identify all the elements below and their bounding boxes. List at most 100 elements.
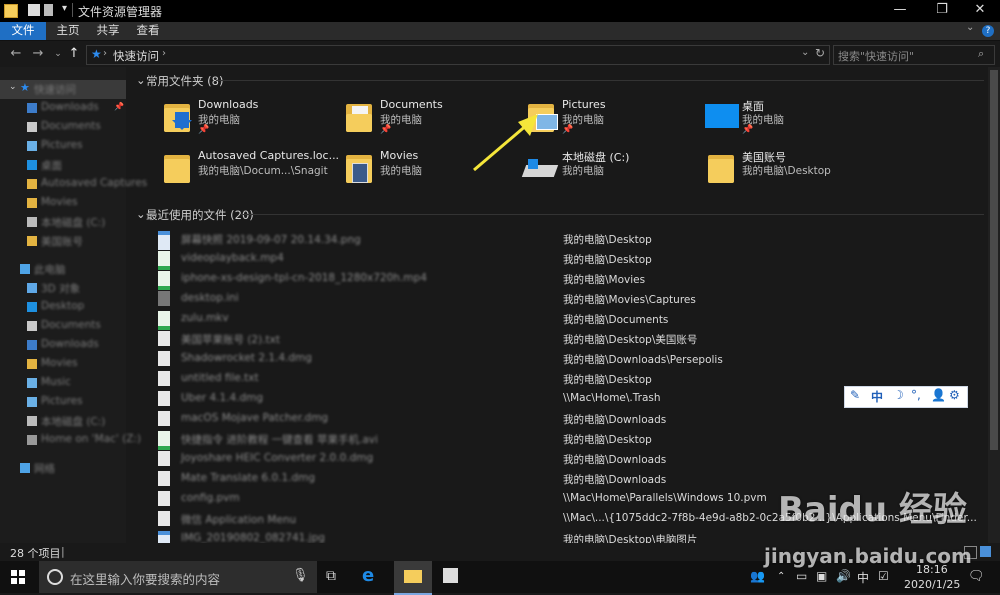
- sidebar-item-network[interactable]: 网络: [0, 459, 126, 478]
- sidebar-item-us-account[interactable]: 美国账号: [0, 232, 126, 251]
- list-item[interactable]: iphone-xs-design-tpl-cn-2018_1280x720h.m…: [155, 269, 985, 290]
- close-button[interactable]: ✕: [960, 0, 1000, 22]
- sidebar-item-autosaved[interactable]: Autosaved Captures: [0, 175, 147, 194]
- pictures-icon: [27, 397, 37, 407]
- refresh-icon[interactable]: ↻: [815, 46, 825, 60]
- sidebar-item-3d-objects[interactable]: 3D 对象: [0, 279, 126, 298]
- breadcrumb-chevron-icon[interactable]: ›: [103, 48, 107, 59]
- ime-language-toggle[interactable]: 中: [871, 388, 883, 405]
- sidebar-item-this-pc[interactable]: 此电脑: [0, 260, 126, 279]
- list-item[interactable]: zulu.mkv 我的电脑\Documents: [155, 309, 985, 330]
- folder-tile-pictures[interactable]: Pictures 我的电脑 📌: [524, 98, 704, 142]
- taskbar-search-box[interactable]: 在这里输入你要搜索的内容 🎙: [39, 561, 317, 593]
- list-item[interactable]: 美国苹果账号 (2).txt 我的电脑\Desktop\美国账号: [155, 329, 985, 349]
- tile-name: Documents: [380, 98, 443, 111]
- movies-folder-icon: [342, 149, 378, 187]
- status-divider: |: [61, 545, 65, 558]
- file-path: 我的电脑\Documents: [563, 314, 669, 326]
- scrollbar-thumb[interactable]: [990, 70, 998, 450]
- sidebar-item-label: Desktop: [41, 300, 85, 312]
- ime-settings-gear-icon[interactable]: ⚙: [949, 388, 960, 402]
- sidebar-item-quick-access[interactable]: ⌄ ★ 快速访问: [0, 80, 126, 99]
- ime-user-icon[interactable]: 👤: [931, 388, 946, 402]
- edge-browser-icon[interactable]: e: [362, 565, 374, 586]
- drive-tile-c[interactable]: 本地磁盘 (C:) 我的电脑: [521, 149, 704, 193]
- list-item[interactable]: 快捷指令 进阶教程 一键查看 苹果手机.avi 我的电脑\Desktop: [155, 429, 985, 450]
- watermark-url: jingyan.baidu.com: [764, 544, 972, 568]
- address-dropdown-icon[interactable]: ⌄: [801, 47, 809, 58]
- search-input[interactable]: 搜索"快速访问": [838, 48, 914, 64]
- microphone-icon[interactable]: 🎙: [292, 568, 309, 583]
- properties-icon[interactable]: [28, 4, 40, 16]
- recent-files-header[interactable]: 最近使用的文件 (20): [146, 207, 254, 223]
- new-folder-icon[interactable]: [44, 4, 53, 16]
- sidebar-item-drive-c[interactable]: 本地磁盘 (C:): [0, 213, 126, 232]
- expand-ribbon-icon[interactable]: ⌄: [966, 22, 974, 33]
- section-toggle-icon[interactable]: ⌄: [136, 73, 146, 87]
- watermark-text: Baidu 经验: [778, 490, 967, 530]
- folder-tile-autosaved-captures[interactable]: Autosaved Captures.loc... 我的电脑\Docum...\…: [160, 149, 340, 193]
- sidebar-item-downloads[interactable]: Downloads 📌: [0, 99, 126, 118]
- windows-start-icon[interactable]: [11, 570, 25, 584]
- file-explorer-taskbar-button[interactable]: [394, 561, 432, 595]
- sidebar-item-music[interactable]: Music: [0, 374, 126, 393]
- tab-share[interactable]: 共享: [90, 22, 126, 40]
- sidebar-item-desktop[interactable]: 桌面: [0, 156, 126, 175]
- music-icon: [27, 378, 37, 388]
- file-icon: [158, 451, 170, 466]
- minimize-button[interactable]: —: [880, 0, 920, 22]
- recent-locations-icon[interactable]: ⌄: [50, 45, 66, 63]
- file-name: Joyoshare HEIC Converter 2.0.0.dmg: [181, 452, 374, 464]
- clock-date[interactable]: 2020/1/25: [904, 578, 960, 591]
- folder-tile-us-account[interactable]: 美国账号 我的电脑\Desktop: [704, 149, 884, 193]
- taskbar-search-input[interactable]: 在这里输入你要搜索的内容: [70, 569, 220, 588]
- title-divider: [72, 3, 73, 17]
- breadcrumb[interactable]: 快速访问: [113, 48, 159, 64]
- file-path: 我的电脑\Desktop\电脑图片: [563, 534, 698, 543]
- breadcrumb-chevron-icon[interactable]: ›: [162, 48, 166, 59]
- up-arrow-icon[interactable]: ↑: [66, 45, 82, 63]
- list-item[interactable]: 屏幕快照 2019-09-07 20.14.34.png 我的电脑\Desktop: [155, 229, 985, 250]
- tab-home[interactable]: 主页: [50, 22, 86, 40]
- list-item[interactable]: Joyoshare HEIC Converter 2.0.0.dmg 我的电脑\D…: [155, 449, 985, 469]
- section-toggle-icon[interactable]: ⌄: [136, 207, 146, 221]
- task-view-icon[interactable]: ⧉: [326, 568, 336, 584]
- back-arrow-icon[interactable]: ←: [8, 45, 24, 63]
- sidebar-item-movies-pc[interactable]: Movies: [0, 355, 126, 374]
- sidebar-item-documents[interactable]: Documents: [0, 118, 126, 137]
- sidebar-item-mac-home[interactable]: Home on 'Mac' (Z:): [0, 431, 141, 450]
- ime-halfwidth-icon[interactable]: ☽: [893, 388, 904, 402]
- sidebar-item-desktop-pc[interactable]: Desktop: [0, 298, 126, 317]
- sidebar-item-pictures[interactable]: Pictures: [0, 137, 126, 156]
- folder-tile-desktop[interactable]: 桌面 我的电脑 📌: [704, 98, 884, 142]
- quick-access-dropdown-icon[interactable]: ▾: [62, 3, 67, 14]
- tab-file[interactable]: 文件: [0, 22, 46, 40]
- address-bar[interactable]: ★ › 快速访问 › ⌄ ↻: [86, 45, 830, 65]
- expand-chevron-icon[interactable]: ⌄: [9, 82, 17, 92]
- help-icon[interactable]: ?: [982, 25, 994, 37]
- ime-punctuation-icon[interactable]: °,: [911, 388, 921, 402]
- forward-arrow-icon[interactable]: →: [30, 45, 46, 63]
- file-name: desktop.ini: [181, 292, 239, 304]
- folder-tile-downloads[interactable]: Downloads 我的电脑 📌: [160, 98, 340, 142]
- sidebar-item-movies[interactable]: Movies: [0, 194, 126, 213]
- sidebar-item-pictures-pc[interactable]: Pictures: [0, 393, 126, 412]
- tile-name: Pictures: [562, 98, 606, 111]
- sidebar-item-documents-pc[interactable]: Documents: [0, 317, 126, 336]
- sidebar-item-label: Documents: [41, 319, 101, 331]
- list-item[interactable]: videoplayback.mp4 我的电脑\Desktop: [155, 249, 985, 270]
- file-path: 我的电脑\Downloads: [563, 474, 667, 486]
- folder-icon: [27, 236, 37, 246]
- list-item[interactable]: Shadowrocket 2.1.4.dmg 我的电脑\Downloads\Per…: [155, 349, 985, 369]
- frequent-folders-header[interactable]: 常用文件夹 (8): [146, 73, 223, 89]
- ime-toolbar[interactable]: ✎ 中 ☽ °, 👤 ⚙: [844, 386, 968, 408]
- list-item[interactable]: macOS Mojave Patcher.dmg 我的电脑\Downloads: [155, 409, 985, 429]
- ime-pen-icon[interactable]: ✎: [850, 388, 860, 402]
- sidebar-item-downloads-pc[interactable]: Downloads: [0, 336, 126, 355]
- store-icon[interactable]: [443, 568, 458, 583]
- tab-view[interactable]: 查看: [130, 22, 166, 40]
- sidebar-item-drive-c-pc[interactable]: 本地磁盘 (C:): [0, 412, 126, 431]
- search-box[interactable]: 搜索"快速访问" ⌕: [833, 45, 995, 65]
- list-item[interactable]: desktop.ini 我的电脑\Movies\Captures: [155, 289, 985, 309]
- maximize-button[interactable]: ❐: [922, 0, 962, 22]
